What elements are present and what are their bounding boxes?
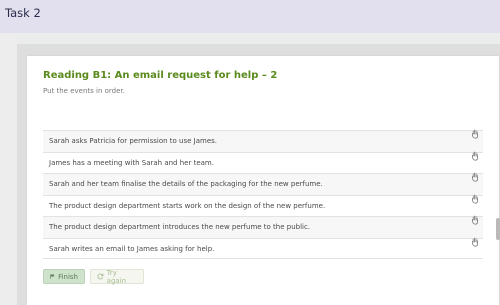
sortable-item-label: Sarah writes an email to James asking fo… — [49, 244, 215, 253]
drag-handle-icon[interactable] — [471, 129, 479, 139]
exercise-instruction: Put the events in order. — [43, 87, 125, 95]
finish-button[interactable]: Finish — [43, 269, 85, 284]
drag-handle-icon[interactable] — [471, 237, 479, 247]
left-gutter — [0, 33, 17, 305]
drag-handle-icon[interactable] — [471, 215, 479, 225]
exercise-card: Reading B1: An email request for help – … — [27, 56, 499, 305]
sortable-item[interactable]: The product design department starts wor… — [43, 194, 483, 216]
refresh-icon — [97, 273, 104, 280]
try-again-button[interactable]: Try again — [90, 268, 144, 285]
scrollbar-thumb[interactable] — [496, 218, 500, 240]
drag-handle-icon[interactable] — [471, 151, 479, 161]
sortable-item[interactable]: Sarah and her team finalise the details … — [43, 172, 483, 195]
sortable-item[interactable]: The product design department introduces… — [43, 215, 483, 238]
sortable-item-label: The product design department introduces… — [49, 223, 311, 231]
drag-handle-icon[interactable] — [471, 172, 479, 182]
sortable-item-label: Sarah and her team finalise the details … — [49, 180, 323, 188]
flag-icon — [50, 274, 55, 279]
exercise-title: Reading B1: An email request for help – … — [43, 70, 278, 81]
sortable-item-label: Sarah asks Patricia for permission to us… — [49, 137, 218, 145]
sortable-item[interactable]: James has a meeting with Sarah and her t… — [43, 151, 483, 173]
try-again-label: Try again — [106, 268, 127, 285]
task-header: Task 2 — [0, 0, 500, 33]
finish-label: Finish — [58, 272, 78, 281]
sortable-item[interactable]: Sarah writes an email to James asking fo… — [43, 237, 483, 259]
drag-handle-icon[interactable] — [471, 194, 479, 204]
sortable-item-label: James has a meeting with Sarah and her t… — [49, 158, 214, 167]
task-title: Task 2 — [5, 6, 41, 20]
sortable-item-label: The product design department starts wor… — [49, 201, 326, 210]
sortable-item[interactable]: Sarah asks Patricia for permission to us… — [43, 129, 483, 152]
sortable-list: Sarah asks Patricia for permission to us… — [43, 129, 483, 259]
